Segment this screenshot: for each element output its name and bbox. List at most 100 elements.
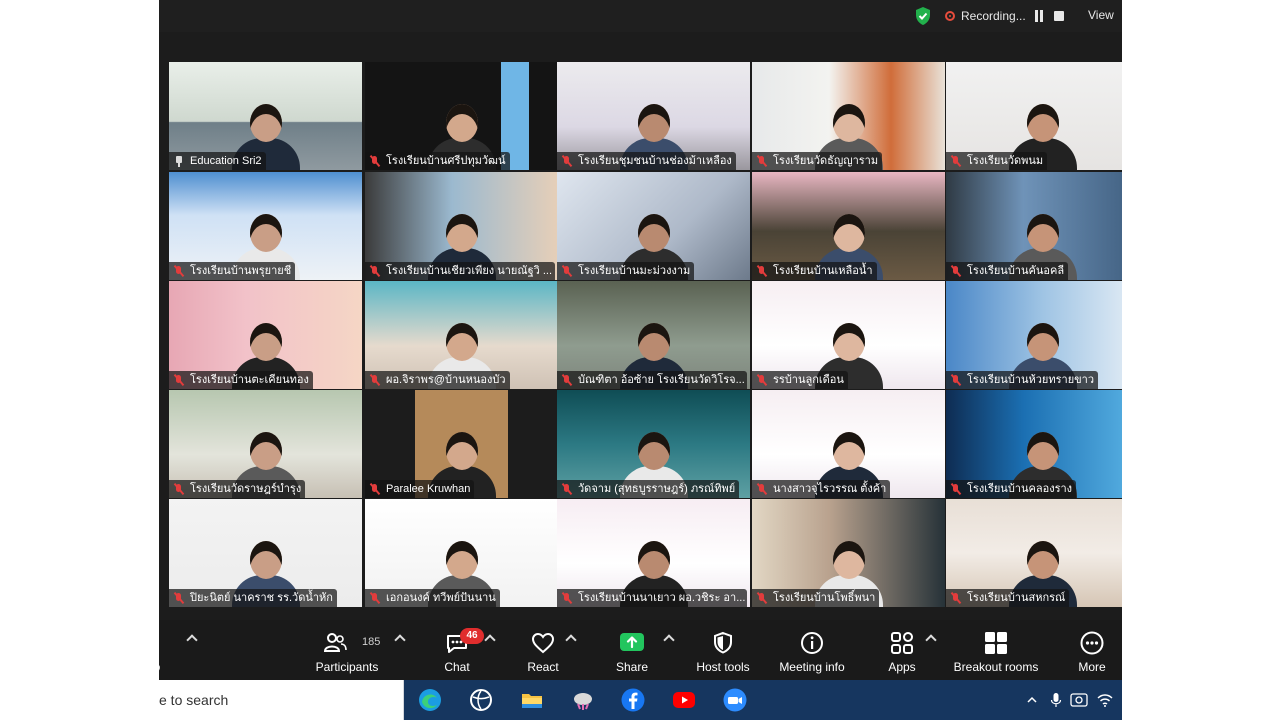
participant-name-bar: วัดจาม (สุทธบูรราษฎร์) ภรณ์ทิพย์ [557,480,740,498]
taskbar-search-box[interactable]: e to search [159,680,404,720]
muted-microphone-icon [756,265,768,277]
shield-check-icon[interactable] [914,6,932,26]
participants-options-caret-icon[interactable] [394,634,406,646]
participant-name: โรงเรียนบ้านศรีปทุมวัฒน์ [386,155,506,167]
participant-name-bar: โรงเรียนบ้านตะเคียนทอง [169,371,313,389]
apps-button[interactable]: Apps [875,620,929,680]
video-tile[interactable]: วัดจาม (สุทธบูรราษฎร์) ภรณ์ทิพย์ [557,390,750,498]
participant-name: โรงเรียนบ้านตะเคียนทอง [190,374,309,386]
video-tile[interactable]: Paralee Kruwhan [365,390,558,498]
participant-name: โรงเรียนบ้านเหลือน้ำ [773,265,873,277]
video-tile[interactable]: โรงเรียนบ้านเหลือน้ำ [752,172,945,280]
media-app-icon[interactable] [469,688,493,712]
recording-dot-icon [945,11,955,21]
participant-name-bar: ปิยะนิตย์ นาคราช รร.วัดน้ำหัก [169,589,337,607]
shield-icon [714,631,732,654]
participant-name-bar: โรงเรียนบ้านนาเยาว ผอ.วชิระ อา... [557,589,747,607]
apps-label: Apps [888,660,916,674]
microphone-tray-icon[interactable] [1050,692,1062,708]
participants-icon [323,633,347,652]
youtube-icon[interactable] [672,688,696,712]
share-options-caret-icon[interactable] [663,634,675,646]
video-tile[interactable]: โรงเรียนบ้านตะเคียนทอง [169,281,362,389]
video-button[interactable]: eo [159,620,177,680]
stop-recording-icon[interactable] [1054,11,1064,21]
taskbar-app-area [404,680,1122,720]
video-options-caret-icon[interactable] [186,634,198,646]
participant-name: โรงเรียนบ้านนาเยาว ผอ.วชิระ อา... [578,592,746,604]
participant-name: บัณฑิตา อ้อซ้าย โรงเรียนวัดวิโรจ... [578,374,745,386]
video-tile[interactable]: เอกอนงค์ ทวีพย์ปันนาน [365,499,558,607]
muted-microphone-icon [369,155,381,167]
video-tile[interactable]: โรงเรียนบ้านศรีปทุมวัฒน์ [365,62,558,170]
meeting-info-label: Meeting info [779,660,845,674]
zoom-app-icon[interactable] [723,688,747,712]
more-label: More [1078,660,1106,674]
file-explorer-icon[interactable] [520,688,544,712]
video-tile[interactable]: โรงเรียนบ้านคันอคลี [946,172,1122,280]
participant-name: โรงเรียนวัดราษฎร์บำรุง [190,483,302,495]
participant-name-bar: โรงเรียนบ้านศรีปทุมวัฒน์ [365,152,510,170]
react-button[interactable]: React [513,620,573,680]
video-tile[interactable]: ปิยะนิตย์ นาคราช รร.วัดน้ำหัก [169,499,362,607]
share-label: Share [615,660,649,674]
muted-microphone-icon [369,592,381,604]
participants-label: Participants [315,660,379,674]
muted-microphone-icon [561,483,573,495]
video-tile[interactable]: โรงเรียนชุมชนบ้านช่องม้าเหลือง [557,62,750,170]
view-button[interactable]: View [1088,8,1114,22]
muted-microphone-icon [561,374,573,386]
share-button[interactable]: Share [602,620,662,680]
breakout-rooms-label: Breakout rooms [953,660,1039,674]
breakout-rooms-button[interactable]: Breakout rooms [947,620,1045,680]
participant-name: โรงเรียนบ้านเชียวเพียง นายณัฐวิ ... [386,265,553,277]
video-tile[interactable]: รรบ้านลูกเดือน [752,281,945,389]
video-tile[interactable]: โรงเรียนบ้านมะม่วงงาม [557,172,750,280]
video-tile[interactable]: โรงเรียนวัดราษฎร์บำรุง [169,390,362,498]
participant-name-bar: เอกอนงค์ ทวีพย์ปันนาน [365,589,500,607]
video-tile[interactable]: บัณฑิตา อ้อซ้าย โรงเรียนวัดวิโรจ... [557,281,750,389]
video-tile[interactable]: โรงเรียนวัดพนม [946,62,1122,170]
video-tile[interactable]: โรงเรียนบ้านนาเยาว ผอ.วชิระ อา... [557,499,750,607]
participant-name: โรงเรียนบ้านคลองราง [967,483,1073,495]
participant-name-bar: บัณฑิตา อ้อซ้าย โรงเรียนวัดวิโรจ... [557,371,747,389]
participant-name-bar: โรงเรียนบ้านมะม่วงงาม [557,262,695,280]
edge-browser-icon[interactable] [418,688,442,712]
react-label: React [527,660,559,674]
facebook-icon[interactable] [621,688,645,712]
muted-microphone-icon [950,374,962,386]
video-tile[interactable]: โรงเรียนบ้านพรุยายชี [169,172,362,280]
camera-tray-icon[interactable] [1070,692,1088,708]
video-tile[interactable]: โรงเรียนบ้านโพธิ์พนา [752,499,945,607]
video-tile[interactable]: นางสาวจุไรวรรณ ตั้งค้า [752,390,945,498]
more-icon [1080,631,1104,655]
muted-microphone-icon [950,155,962,167]
pause-recording-icon[interactable] [1034,10,1044,22]
host-tools-button[interactable]: Host tools [689,620,757,680]
video-tile[interactable]: Education Sri2 [169,62,362,170]
wifi-icon[interactable] [1096,692,1114,708]
muted-microphone-icon [950,592,962,604]
more-button[interactable]: More [1065,620,1119,680]
weather-widget-icon[interactable] [571,688,595,712]
gallery-view-grid: Education Sri2 โรงเรียนบ้านศรีปทุมวัฒน์ โร… [169,62,1122,608]
participant-name: เอกอนงค์ ทวีพย์ปันนาน [386,592,496,604]
participant-name: โรงเรียนบ้านโพธิ์พนา [773,592,876,604]
muted-microphone-icon [950,483,962,495]
video-tile[interactable]: โรงเรียนบ้านห้วยทรายขาว [946,281,1122,389]
video-label: eo [159,660,177,674]
meeting-info-button[interactable]: Meeting info [771,620,853,680]
video-tile[interactable]: โรงเรียนบ้านคลองราง [946,390,1122,498]
participants-button[interactable]: Participants [307,620,387,680]
participant-name: โรงเรียนบ้านสหกรณ์ [967,592,1066,604]
video-tile[interactable]: โรงเรียนวัดธัญญาราม [752,62,945,170]
muted-microphone-icon [561,155,573,167]
recording-status: Recording... [961,9,1026,23]
show-hidden-icons-chevron-icon[interactable] [1026,692,1038,708]
video-tile[interactable]: โรงเรียนบ้านสหกรณ์ [946,499,1122,607]
video-tile[interactable]: ผอ.จิราพร@บ้านหนองบัว [365,281,558,389]
muted-microphone-icon [561,265,573,277]
video-tile[interactable]: โรงเรียนบ้านเชียวเพียง นายณัฐวิ ... [365,172,558,280]
apps-icon [891,632,913,654]
participant-name-bar: โรงเรียนบ้านโพธิ์พนา [752,589,880,607]
